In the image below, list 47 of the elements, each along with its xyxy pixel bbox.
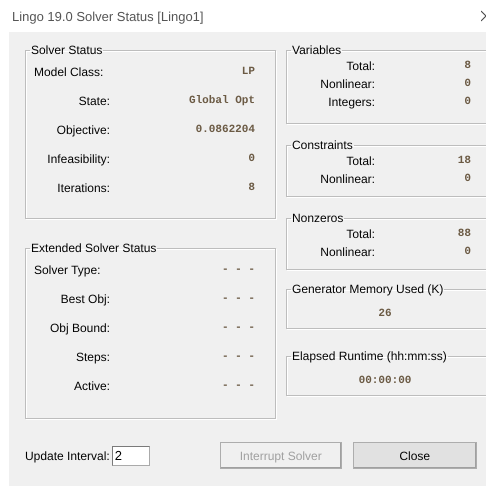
field-label: Iterations: [56, 180, 110, 194]
field-label: Steps: [74, 350, 110, 364]
field-label: Infeasibility: [46, 152, 110, 166]
field-value: 00:00:00 [358, 375, 412, 387]
field-label: Total: [345, 227, 375, 241]
group-title: Nonzeros [291, 211, 344, 225]
field-value: 8 [247, 182, 256, 194]
field-value: - - - [220, 350, 256, 362]
field-label: Total: [345, 154, 375, 168]
field-value: 0 [463, 246, 471, 258]
close-button[interactable]: Close [352, 442, 477, 469]
field-label: Total: [345, 59, 375, 73]
field-label: Model Class: [34, 64, 104, 78]
group-title: Generator Memory Used (K) [291, 282, 444, 296]
field-label: Integers: [327, 95, 375, 109]
field-label: Update Interval: [25, 448, 110, 462]
field-value: 0 [463, 78, 471, 90]
group-title: Solver Status [30, 43, 104, 57]
group-title: Variables [291, 43, 342, 57]
field-value: - - - [220, 292, 256, 304]
field-label: Solver Type: [34, 262, 102, 276]
field-value: 0 [463, 96, 471, 108]
field-value: 0.0862204 [194, 124, 256, 136]
window-title: Lingo 19.0 Solver Status [Lingo1] [12, 8, 204, 24]
group-title: Elapsed Runtime (hh:mm:ss) [291, 349, 448, 363]
field-value: - - - [220, 380, 256, 392]
field-value: 18 [456, 155, 471, 167]
field-label: Nonlinear: [319, 172, 375, 186]
field-value: 26 [378, 308, 392, 320]
field-value: - - - [220, 322, 256, 334]
field-value: 0 [247, 152, 256, 164]
group-title: Constraints [291, 138, 354, 152]
group-title: Extended Solver Status [30, 241, 158, 255]
field-label: Nonlinear: [319, 245, 375, 259]
field-label: State: [78, 94, 110, 108]
field-value: 8 [463, 60, 471, 72]
field-value: 88 [456, 228, 471, 240]
field-label: Obj Bound: [48, 320, 110, 334]
field-value: - - - [220, 264, 256, 276]
interval-field[interactable]: 2 [112, 446, 150, 466]
field-label: Active: [72, 378, 110, 392]
field-label: Nonlinear: [319, 77, 375, 91]
field-label: Objective: [56, 122, 110, 136]
field-label: Best Obj: [60, 292, 110, 306]
field-value: Global Opt [188, 94, 256, 106]
field-value: 0 [463, 173, 471, 185]
field-value: LP [240, 66, 256, 78]
